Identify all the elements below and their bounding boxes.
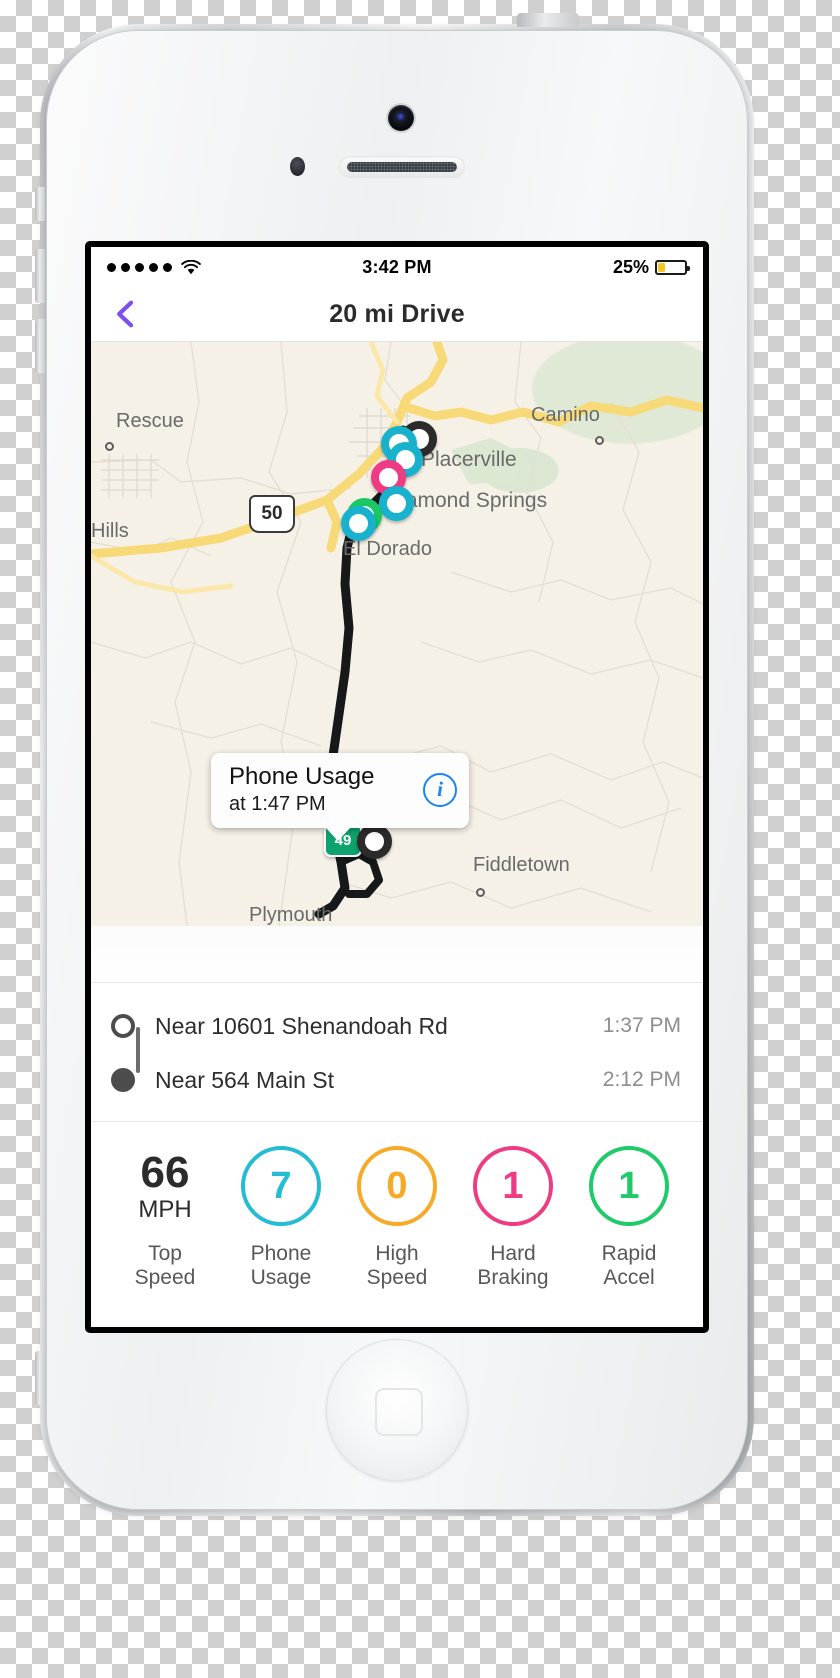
signal-dots-icon: [107, 262, 172, 272]
map-label-camino: Camino: [531, 404, 600, 426]
trip-start-address: Near 10601 Shenandoah Rd: [155, 1012, 448, 1039]
earpiece-speaker-icon: [339, 156, 465, 178]
power-button[interactable]: [517, 13, 579, 27]
stat-label-line2: Usage: [250, 1266, 312, 1290]
chevron-left-icon: [117, 300, 134, 328]
hard-braking-count-circle[interactable]: 1: [473, 1146, 553, 1226]
page-title: 20 mi Drive: [329, 299, 465, 328]
info-circle-icon[interactable]: i: [423, 772, 457, 807]
start-ring-icon: [91, 1014, 155, 1038]
stat-label-line1: Phone: [250, 1242, 312, 1265]
map-dot-rescue: [105, 442, 114, 451]
lower-side-button[interactable]: [35, 1351, 45, 1405]
map-marker-phone-usage[interactable]: [341, 506, 376, 541]
home-button-square-icon: [375, 1388, 423, 1436]
status-bar: 3:42 PM 25%: [91, 247, 703, 287]
phone-screen: 3:42 PM 25% 20 mi Drive 50 Rescue Camino…: [85, 241, 709, 1333]
stat-label-high-speed: High Speed: [367, 1242, 428, 1291]
navigation-bar: 20 mi Drive: [91, 287, 703, 342]
end-dot-icon: [91, 1068, 155, 1092]
stat-label-line2: Accel: [603, 1266, 655, 1290]
map-label-rescue: Rescue: [116, 410, 184, 432]
trip-end-time: 2:12 PM: [602, 1068, 681, 1091]
wifi-icon: [181, 259, 201, 275]
trip-end-address: Near 564 Main St: [155, 1066, 334, 1093]
volume-up-button[interactable]: [35, 249, 45, 303]
top-speed-value-group: 66 MPH: [138, 1146, 191, 1226]
map-dot-fiddletown: [476, 888, 485, 897]
stat-label-line2: Speed: [134, 1266, 196, 1290]
map-bottom-gap: [91, 926, 703, 982]
map-label-placerville: Placerville: [421, 448, 517, 471]
trip-start-time: 1:37 PM: [602, 1014, 681, 1037]
app-viewport: 3:42 PM 25% 20 mi Drive 50 Rescue Camino…: [91, 247, 703, 1327]
map-label-el-dorado: El Dorado: [343, 538, 432, 560]
stat-label-line1: Rapid: [601, 1242, 657, 1265]
status-bar-left: [107, 259, 362, 275]
highway-shield-50: 50: [249, 495, 295, 533]
trip-endpoints-list: Near 10601 Shenandoah Rd 1:37 PM Near 56…: [91, 982, 703, 1122]
map-marker-trip-end[interactable]: [357, 824, 392, 859]
rapid-accel-count-circle[interactable]: 1: [589, 1146, 669, 1226]
callout-subtitle: at 1:47 PM: [229, 792, 326, 815]
stat-label-hard-braking: Hard Braking: [477, 1242, 548, 1291]
map-dot-camino: [595, 436, 604, 445]
home-button[interactable]: [326, 1339, 468, 1481]
stat-label-line2: Braking: [477, 1266, 549, 1290]
status-bar-time: 3:42 PM: [362, 256, 432, 277]
callout-title: Phone Usage: [229, 763, 375, 790]
table-row[interactable]: Near 10601 Shenandoah Rd 1:37 PM: [91, 999, 703, 1053]
callout-text: Phone Usage at 1:47 PM: [229, 763, 423, 816]
table-row[interactable]: Near 564 Main St 2:12 PM: [91, 1053, 703, 1107]
phone-usage-count-circle[interactable]: 7: [241, 1146, 321, 1226]
stat-top-speed[interactable]: 66 MPH Top Speed: [107, 1146, 223, 1291]
stat-label-line1: Top: [148, 1242, 182, 1265]
map-label-fiddletown: Fiddletown: [473, 854, 570, 876]
battery-percent-label: 25%: [612, 256, 649, 277]
stat-label-line1: High: [375, 1242, 419, 1265]
top-speed-unit: MPH: [138, 1195, 192, 1223]
stat-high-speed[interactable]: 0 High Speed: [339, 1146, 455, 1291]
stat-hard-braking[interactable]: 1 Hard Braking: [455, 1146, 571, 1291]
stat-label-line1: Hard: [490, 1242, 536, 1265]
map-marker-phone-usage[interactable]: [379, 486, 414, 521]
stat-phone-usage[interactable]: 7 Phone Usage: [223, 1146, 339, 1291]
silent-switch[interactable]: [35, 187, 45, 221]
battery-fill: [658, 262, 665, 272]
back-button[interactable]: [109, 297, 143, 331]
phone-device: 3:42 PM 25% 20 mi Drive 50 Rescue Camino…: [35, 13, 754, 1516]
trip-map[interactable]: 50 49 Rescue Camino Placerville Diamond …: [91, 342, 703, 926]
stat-label-top-speed: Top Speed: [135, 1242, 196, 1291]
map-label-plymouth: Plymouth: [249, 904, 333, 926]
stat-rapid-accel[interactable]: 1 Rapid Accel: [571, 1146, 687, 1291]
stat-label-phone-usage: Phone Usage: [251, 1242, 312, 1291]
map-label-hills: Hills: [91, 520, 129, 542]
volume-down-button[interactable]: [35, 319, 45, 373]
drive-stats-row: 66 MPH Top Speed 7 Phone Usage 0 High Sp…: [91, 1122, 703, 1309]
event-callout[interactable]: Phone Usage at 1:47 PM i: [211, 753, 469, 841]
top-speed-value: 66: [140, 1147, 190, 1197]
proximity-sensor-icon: [290, 157, 305, 176]
status-bar-right: 25%: [432, 256, 690, 278]
battery-icon: [655, 259, 690, 275]
stat-label-rapid-accel: Rapid Accel: [602, 1242, 657, 1291]
stat-label-line2: Speed: [366, 1266, 428, 1290]
front-camera-icon: [388, 105, 414, 131]
high-speed-count-circle[interactable]: 0: [357, 1146, 437, 1226]
